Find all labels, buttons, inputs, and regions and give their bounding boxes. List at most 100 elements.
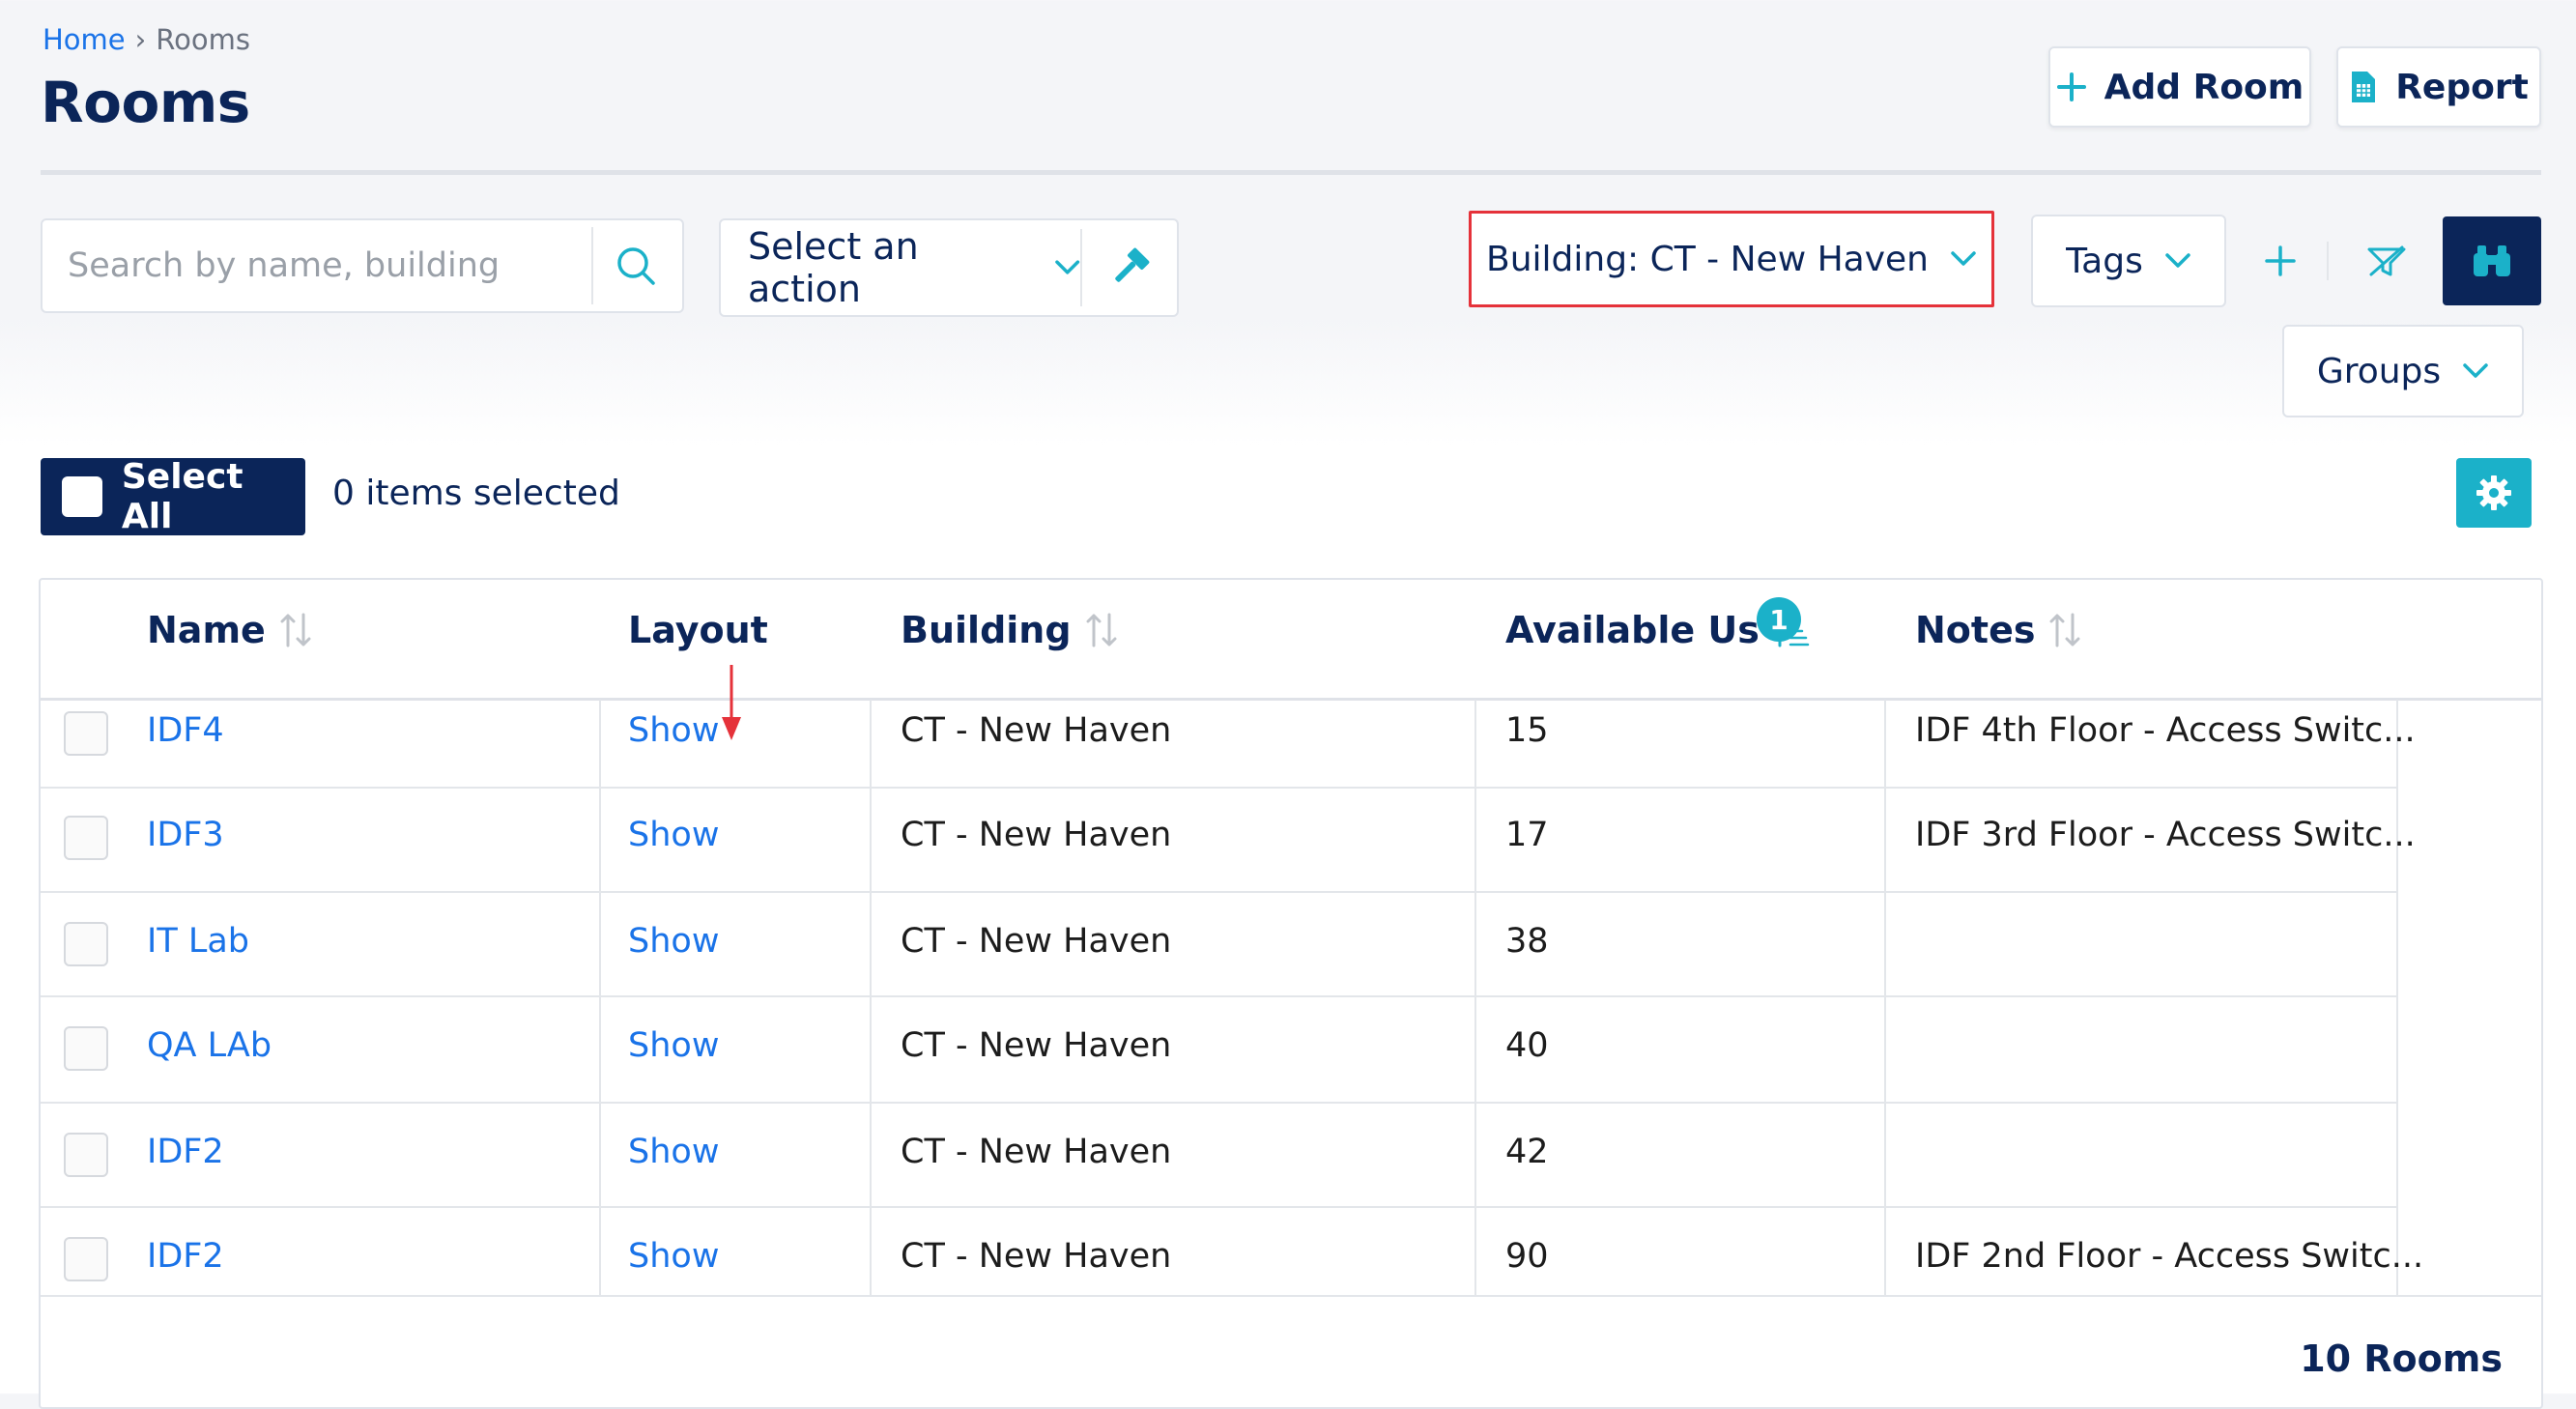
available-us-cell: 42 bbox=[1505, 1133, 1549, 1171]
notes-cell: IDF 2nd Floor - Access Switc... bbox=[1915, 1237, 2424, 1276]
report-label: Report bbox=[2395, 67, 2529, 107]
available-us-cell: 17 bbox=[1505, 816, 1549, 854]
page-title: Rooms bbox=[41, 70, 250, 135]
layout-show-link[interactable]: Show bbox=[628, 922, 719, 961]
search-input[interactable] bbox=[66, 226, 591, 305]
building-cell: CT - New Haven bbox=[901, 1237, 1172, 1276]
sort-icon[interactable] bbox=[1083, 611, 1120, 649]
action-select-label: Select an action bbox=[748, 225, 919, 310]
row-divider bbox=[41, 787, 2398, 789]
row-divider bbox=[41, 891, 2398, 893]
building-cell: CT - New Haven bbox=[901, 922, 1172, 961]
breadcrumb-separator: › bbox=[134, 23, 147, 56]
hammer-icon bbox=[1115, 247, 1150, 282]
gear-icon bbox=[2476, 475, 2511, 510]
column-header-building[interactable]: Building bbox=[901, 609, 1120, 651]
items-selected-count: 0 items selected bbox=[332, 474, 620, 513]
action-select[interactable]: Select an action bbox=[721, 225, 1080, 310]
chevron-down-icon bbox=[2165, 253, 2190, 268]
spreadsheet-icon bbox=[2352, 72, 2376, 102]
groups-filter-label: Groups bbox=[2316, 351, 2442, 391]
room-name-link[interactable]: IT Lab bbox=[147, 922, 249, 961]
search-button[interactable] bbox=[593, 218, 678, 313]
available-us-cell: 38 bbox=[1505, 922, 1549, 961]
available-us-cell: 90 bbox=[1505, 1237, 1549, 1276]
column-header-layout: Layout bbox=[628, 609, 768, 651]
row-divider bbox=[41, 1206, 2398, 1208]
add-filter-button[interactable] bbox=[2251, 232, 2309, 290]
breadcrumb: Home › Rooms bbox=[43, 23, 250, 56]
chevron-down-icon bbox=[1951, 251, 1976, 266]
layout-show-link[interactable]: Show bbox=[628, 1026, 719, 1065]
chevron-down-icon bbox=[2463, 363, 2488, 378]
building-cell: CT - New Haven bbox=[901, 1026, 1172, 1065]
report-button[interactable]: Report bbox=[2336, 46, 2541, 128]
building-filter-label: Building: CT - New Haven bbox=[1486, 239, 1929, 279]
clear-filters-button[interactable] bbox=[2358, 232, 2416, 290]
search-box bbox=[41, 218, 684, 313]
row-checkbox[interactable] bbox=[64, 922, 108, 966]
layout-show-link[interactable]: Show bbox=[628, 1133, 719, 1171]
add-room-button[interactable]: Add Room bbox=[2048, 46, 2311, 128]
room-name-link[interactable]: IDF3 bbox=[147, 816, 224, 854]
apply-action-button[interactable] bbox=[1082, 245, 1177, 290]
search-filters-button[interactable] bbox=[2443, 216, 2541, 305]
tags-filter-label: Tags bbox=[2066, 241, 2143, 281]
row-checkbox[interactable] bbox=[64, 1133, 108, 1177]
select-all-button[interactable]: Select All bbox=[41, 457, 305, 536]
layout-show-link[interactable]: Show bbox=[628, 1237, 719, 1276]
row-divider bbox=[41, 1102, 2398, 1104]
plus-icon bbox=[2265, 245, 2296, 276]
column-header-available-us-label: Available Us bbox=[1505, 609, 1760, 651]
available-us-cell: 40 bbox=[1505, 1026, 1549, 1065]
row-checkbox[interactable] bbox=[64, 711, 108, 756]
column-header-name-label: Name bbox=[147, 609, 266, 651]
chevron-down-icon bbox=[1055, 260, 1080, 274]
layout-show-link[interactable]: Show bbox=[628, 816, 719, 854]
row-checkbox[interactable] bbox=[64, 1026, 108, 1071]
sort-order-badge: 1 bbox=[1757, 597, 1801, 642]
sort-icon[interactable] bbox=[2046, 611, 2083, 649]
filter-divider bbox=[2327, 242, 2329, 280]
building-cell: CT - New Haven bbox=[901, 816, 1172, 854]
rooms-table bbox=[39, 578, 2543, 1409]
row-checkbox[interactable] bbox=[64, 816, 108, 860]
column-header-building-label: Building bbox=[901, 609, 1072, 651]
table-settings-button[interactable] bbox=[2456, 458, 2532, 528]
layout-show-link[interactable]: Show bbox=[628, 711, 719, 750]
table-header-divider bbox=[41, 698, 2541, 701]
binoculars-icon bbox=[2474, 245, 2510, 276]
column-header-name[interactable]: Name bbox=[147, 609, 314, 651]
rooms-count: 10 Rooms bbox=[2300, 1337, 2503, 1380]
building-filter-dropdown[interactable]: Building: CT - New Haven bbox=[1469, 211, 1994, 307]
select-all-checkbox[interactable] bbox=[62, 476, 102, 517]
tags-filter-dropdown[interactable]: Tags bbox=[2031, 215, 2226, 307]
room-name-link[interactable]: QA LAb bbox=[147, 1026, 272, 1065]
groups-filter-dropdown[interactable]: Groups bbox=[2282, 325, 2524, 417]
column-header-notes[interactable]: Notes bbox=[1915, 609, 2083, 651]
column-header-layout-label: Layout bbox=[628, 609, 768, 651]
action-select-group: Select an action bbox=[719, 218, 1179, 317]
room-name-link[interactable]: IDF2 bbox=[147, 1133, 224, 1171]
row-divider bbox=[41, 995, 2398, 997]
clear-filter-icon bbox=[2367, 245, 2406, 276]
header-divider bbox=[41, 170, 2541, 175]
select-all-label: Select All bbox=[121, 457, 243, 536]
sort-icon[interactable] bbox=[277, 611, 314, 649]
breadcrumb-current: Rooms bbox=[156, 23, 250, 56]
notes-cell: IDF 4th Floor - Access Switc... bbox=[1915, 711, 2416, 750]
building-cell: CT - New Haven bbox=[901, 1133, 1172, 1171]
add-room-label: Add Room bbox=[2104, 67, 2304, 107]
search-icon bbox=[617, 247, 655, 285]
available-us-cell: 15 bbox=[1505, 711, 1549, 750]
plus-icon bbox=[2056, 72, 2086, 101]
column-header-notes-label: Notes bbox=[1915, 609, 2036, 651]
row-checkbox[interactable] bbox=[64, 1237, 108, 1281]
annotation-arrow-icon bbox=[722, 665, 741, 740]
notes-cell: IDF 3rd Floor - Access Switc... bbox=[1915, 816, 2416, 854]
row-divider bbox=[41, 1295, 2541, 1297]
breadcrumb-home-link[interactable]: Home bbox=[43, 23, 126, 56]
room-name-link[interactable]: IDF2 bbox=[147, 1237, 224, 1276]
room-name-link[interactable]: IDF4 bbox=[147, 711, 224, 750]
building-cell: CT - New Haven bbox=[901, 711, 1172, 750]
